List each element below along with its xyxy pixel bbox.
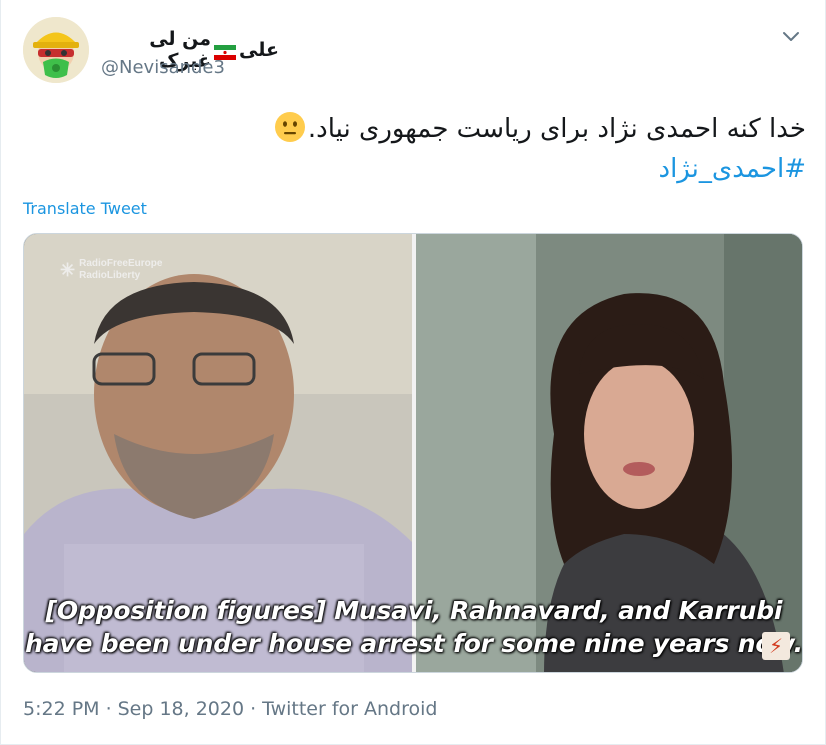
chevron-down-icon[interactable] [779,26,803,46]
tweet-time[interactable]: 5:22 PM [23,698,100,720]
rfe-corner-logo-icon: ⚡ [762,632,790,660]
tweet-text: خدا کنه احمدی نژاد برای ریاست جمهوری نیا… [181,110,806,148]
logo-line2: RadioLiberty [79,270,141,281]
meta-separator: · [250,698,257,720]
neutral-face-emoji-icon [274,111,306,143]
caption-line1: [Opposition figures] Musavi, Rahnavard, … [45,596,783,625]
tweet-date[interactable]: Sep 18, 2020 [118,698,244,720]
hashtag-link[interactable]: #احمدی_نژاد [561,150,807,188]
iran-flag-icon [214,43,237,60]
rfe-rl-logo: ✳ RadioFreeEurope RadioLiberty [60,258,162,282]
video-media[interactable]: ✳ RadioFreeEurope RadioLiberty [Oppositi… [23,233,803,673]
logo-line1: RadioFreeEurope [79,258,163,269]
tweet-meta: 5:22 PM · Sep 18, 2020 · Twitter for Android [23,698,437,720]
tweet-text-content: خدا کنه احمدی نژاد برای ریاست جمهوری نیا… [307,114,806,144]
tweet-card: علی من لی غیرک @Nevisande3 خدا کنه احمدی… [0,0,826,745]
tweet-source-link[interactable]: Twitter for Android [262,698,437,720]
author-name-part1: علی [239,39,279,61]
rfe-logo-mark-icon: ✳ [60,260,76,280]
author-handle[interactable]: @Nevisande3 [101,57,225,78]
author-avatar[interactable] [23,17,89,83]
caption-line2: have been under house arrest for some ni… [25,629,803,658]
translate-tweet-link[interactable]: Translate Tweet [23,199,147,218]
meta-separator: · [105,698,112,720]
avatar-illustration [23,17,89,83]
